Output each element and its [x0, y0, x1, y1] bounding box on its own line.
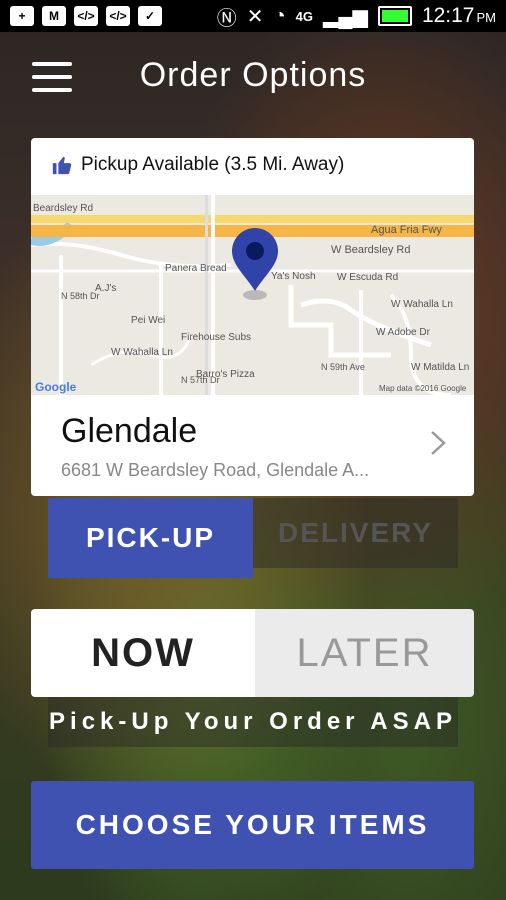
- notification-icons: + M </> </> ✓: [0, 6, 162, 26]
- chat-icon: ✓: [138, 6, 162, 26]
- map-place-6: Ya's Nosh: [271, 271, 316, 282]
- chevron-right-icon: [431, 431, 446, 455]
- timing-message: Pick-Up Your Order ASAP: [48, 697, 458, 747]
- gmail-icon: M: [42, 6, 66, 26]
- map-street-11: W Wahalla Ln: [111, 347, 173, 358]
- choose-items-button[interactable]: CHOOSE YOUR ITEMS: [31, 781, 474, 869]
- page-title: Order Options: [139, 56, 367, 94]
- pickup-button[interactable]: PICK-UP: [48, 498, 253, 578]
- network-type-label: 4G: [295, 8, 313, 24]
- pickup-availability: Pickup Available (3.5 Mi. Away): [51, 154, 344, 176]
- map-place-5: Barro's Pizza: [196, 369, 255, 380]
- mute-icon: ✕: [246, 5, 264, 28]
- map-place-1: Panera Bread: [165, 263, 227, 274]
- store-map[interactable]: Beardsley Rd Agua Fria Fwy W Beardsley R…: [31, 195, 474, 395]
- timing-toggle: NOW LATER: [31, 609, 474, 697]
- map-street-4: W Escuda Rd: [337, 272, 398, 283]
- store-address: 6681 W Beardsley Road, Glendale A...: [61, 460, 370, 480]
- map-street-10: N 58th Dr: [61, 291, 100, 301]
- code-icon-2: </>: [106, 6, 130, 26]
- map-attribution: Map data ©2016 Google: [379, 384, 467, 393]
- now-button[interactable]: NOW: [31, 609, 255, 697]
- app-header: Order Options: [0, 32, 506, 122]
- store-selector[interactable]: Glendale 6681 W Beardsley Road, Glendale…: [31, 395, 474, 496]
- system-icons: Ⓝ ✕ ◔ 4G ▂▄▆ 12:17 PM: [217, 2, 506, 31]
- clock: 12:17 PM: [422, 4, 496, 28]
- map-place-3: A.J's: [95, 283, 116, 294]
- delivery-button[interactable]: DELIVERY: [253, 498, 458, 568]
- clock-ampm: PM: [476, 10, 497, 25]
- map-street-7: W Matilda Ln: [411, 362, 469, 373]
- map-street-3: W Beardsley Rd: [331, 244, 410, 256]
- add-notification-icon: +: [10, 6, 34, 26]
- thumbs-up-icon: [52, 156, 72, 175]
- wifi-icon: ◔: [273, 4, 286, 27]
- clock-time: 12:17: [421, 4, 475, 27]
- battery-icon: [377, 6, 412, 26]
- map-street-6: W Adobe Dr: [376, 327, 431, 338]
- map-place-4: Firehouse Subs: [181, 332, 251, 343]
- map-street-2: Agua Fria Fwy: [371, 224, 442, 236]
- status-bar: + M </> </> ✓ Ⓝ ✕ ◔ 4G ▂▄▆ 12:17 PM: [0, 0, 506, 32]
- fulfillment-toggle: PICK-UP DELIVERY: [48, 498, 458, 578]
- code-icon: </>: [74, 6, 98, 26]
- map-street-8: N 59th Ave: [321, 362, 365, 372]
- store-name: Glendale: [61, 412, 198, 450]
- later-button[interactable]: LATER: [255, 609, 474, 697]
- location-card: Pickup Available (3.5 Mi. Away) Beardsle…: [31, 138, 474, 496]
- pickup-status-text: Pickup Available (3.5 Mi. Away): [81, 154, 345, 175]
- signal-icon: ▂▄▆: [323, 5, 368, 28]
- map-place-2: Pei Wei: [131, 315, 165, 326]
- nfc-icon: Ⓝ: [216, 7, 237, 30]
- google-logo: Google: [35, 380, 77, 394]
- map-street-1: Beardsley Rd: [33, 203, 93, 214]
- map-street-5: W Wahalla Ln: [391, 299, 453, 310]
